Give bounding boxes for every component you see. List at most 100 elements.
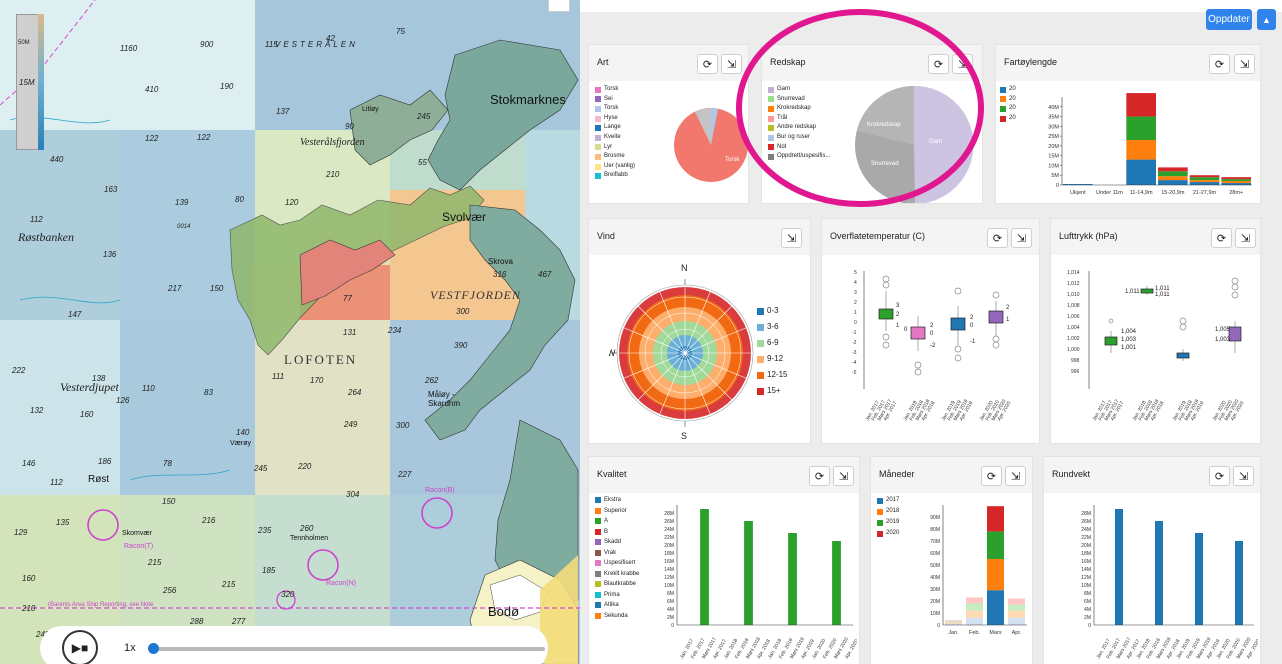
place-vesteralen: VESTERÅLEN [275, 40, 358, 49]
scale-label-50m: 50M [18, 40, 30, 46]
place-vestfjorden: VESTFJORDEN [430, 288, 521, 302]
card-title: Lufttrykk (hPa) [1059, 231, 1118, 241]
collapse-icon[interactable]: ⇲ [781, 228, 802, 248]
map-zoom-control[interactable] [548, 0, 570, 12]
legend-label: Torsk [604, 86, 619, 92]
legend-label: 2018 [886, 508, 900, 514]
bar [987, 559, 1004, 591]
collapse-icon[interactable]: ⇲ [1005, 466, 1026, 486]
y-tick-label: 2M [667, 615, 674, 621]
place-tennholmen: Tennholmen [290, 535, 329, 542]
y-tick-label: 35M [1048, 115, 1059, 121]
nautical-map[interactable]: Stokmarknes Litløy Vesterålsfjorden Svol… [0, 0, 580, 664]
bar [966, 603, 983, 611]
update-button[interactable]: Oppdater [1206, 9, 1252, 30]
legend-label: 15+ [767, 386, 781, 395]
legend-label: 2020 [886, 530, 900, 536]
refresh-icon[interactable]: ⟳ [1209, 466, 1230, 486]
depth: 129 [14, 528, 28, 537]
depth: 42 [326, 34, 335, 43]
collapse-icon[interactable]: ⇲ [1011, 228, 1032, 248]
legend-label: 20 [1009, 114, 1016, 121]
playback-handle[interactable] [148, 643, 159, 654]
depth: 277 [232, 617, 246, 626]
depth: 122 [145, 134, 159, 143]
place-maloy: Måløy - Skardhm [428, 390, 461, 408]
depth: 260 [300, 524, 314, 533]
depth: 467 [538, 270, 552, 279]
card-title: Måneder [879, 469, 915, 479]
card-title: Rundvekt [1052, 469, 1091, 479]
y-tick-label: 22M [664, 535, 674, 541]
y-tick-label: 26M [1081, 519, 1091, 525]
temp-boxplot: 543210-1-2-3-4-5 321 020-2 20-1 21 Jan. … [852, 270, 1013, 422]
bar [1008, 610, 1025, 618]
y-tick-label: 15M [1048, 154, 1059, 160]
playback-timeline[interactable] [150, 647, 545, 651]
legend-label: 12-15 [767, 370, 788, 379]
bar [1126, 116, 1156, 141]
y-tick-label: 10M [1048, 163, 1059, 169]
collapse-icon[interactable]: ⇲ [1233, 466, 1254, 486]
depth-scale: 50M 15M [16, 14, 46, 154]
depth: 390 [454, 341, 468, 350]
play-pause-button[interactable]: ▶■ [62, 630, 98, 664]
depth: 215 [222, 580, 236, 589]
refresh-icon[interactable]: ⟳ [697, 54, 718, 74]
collapse-icon[interactable]: ⇲ [833, 466, 854, 486]
place-vesteralsfjorden: Vesterålsfjorden [300, 137, 365, 148]
y-tick-label: 18M [1081, 551, 1091, 557]
svg-text:-5: -5 [852, 370, 857, 376]
depth: 210 [326, 170, 340, 179]
depth: 131 [343, 328, 357, 337]
bar [1158, 180, 1188, 185]
bar [744, 521, 753, 625]
x-tick-label: 28m+ [1229, 190, 1243, 196]
depth: 216 [202, 516, 216, 525]
highlight-ellipse [736, 9, 984, 207]
legend-label: Prima [604, 591, 620, 598]
card-kvalitet: Kvalitet ⟳ ⇲ Ekstra Superior A B Skadd V… [588, 456, 860, 664]
y-tick-label: 0 [1088, 623, 1091, 629]
collapse-icon[interactable]: ⇲ [1234, 54, 1255, 74]
bar [945, 620, 962, 622]
depth: 440 [50, 155, 64, 164]
collapse-icon[interactable]: ⇲ [1235, 228, 1256, 248]
y-tick-label: 10M [664, 583, 674, 589]
depth: 132 [30, 406, 44, 415]
svg-text:1: 1 [854, 310, 857, 316]
y-tick-label: 30M [930, 587, 940, 593]
refresh-icon[interactable]: ⟳ [987, 228, 1008, 248]
svg-text:3: 3 [854, 290, 857, 296]
legend-label: B [604, 528, 609, 535]
y-tick-label: 16M [664, 559, 674, 565]
y-tick-label: 28M [664, 511, 674, 517]
y-tick-label: 8M [1084, 591, 1091, 597]
depth: 262 [425, 376, 439, 385]
legend-label: Vrak [604, 549, 617, 556]
refresh-icon[interactable]: ⟳ [1211, 228, 1232, 248]
kvalitet-legend: Ekstra Superior A B Skadd Vrak Uspesifis… [595, 495, 639, 621]
svg-text:1,014: 1,014 [1067, 270, 1080, 276]
scale-label-15m: 15M [19, 78, 35, 87]
place-bodo: Bodø [488, 604, 520, 619]
legend-label: Hyse [604, 114, 618, 121]
depth: 139 [175, 198, 189, 207]
playback-speed[interactable]: 1x [124, 642, 136, 654]
x-tick-labels: Jan. 2017Feb. 2017Mars 2017Apr. 2017 Jan… [1092, 398, 1246, 422]
bar [966, 610, 983, 618]
refresh-icon[interactable]: ⟳ [809, 466, 830, 486]
refresh-icon[interactable]: ⟳ [1209, 54, 1230, 74]
legend-label: Kveite [604, 133, 621, 140]
collapse-button[interactable]: ▲ [1257, 9, 1276, 30]
rundvekt-chart: 02M4M6M8M10M12M14M16M18M20M22M24M26M28MJ… [1081, 505, 1258, 660]
svg-text:1,008: 1,008 [1067, 303, 1080, 309]
svg-text:1,004: 1,004 [1067, 325, 1080, 331]
bar [1235, 541, 1243, 625]
svg-text:1,003: 1,003 [1121, 337, 1137, 343]
y-tick-label: 0 [671, 623, 674, 629]
refresh-icon[interactable]: ⟳ [981, 466, 1002, 486]
y-tick-label: 26M [664, 519, 674, 525]
depth: 190 [220, 82, 234, 91]
card-title: Vind [597, 231, 615, 241]
